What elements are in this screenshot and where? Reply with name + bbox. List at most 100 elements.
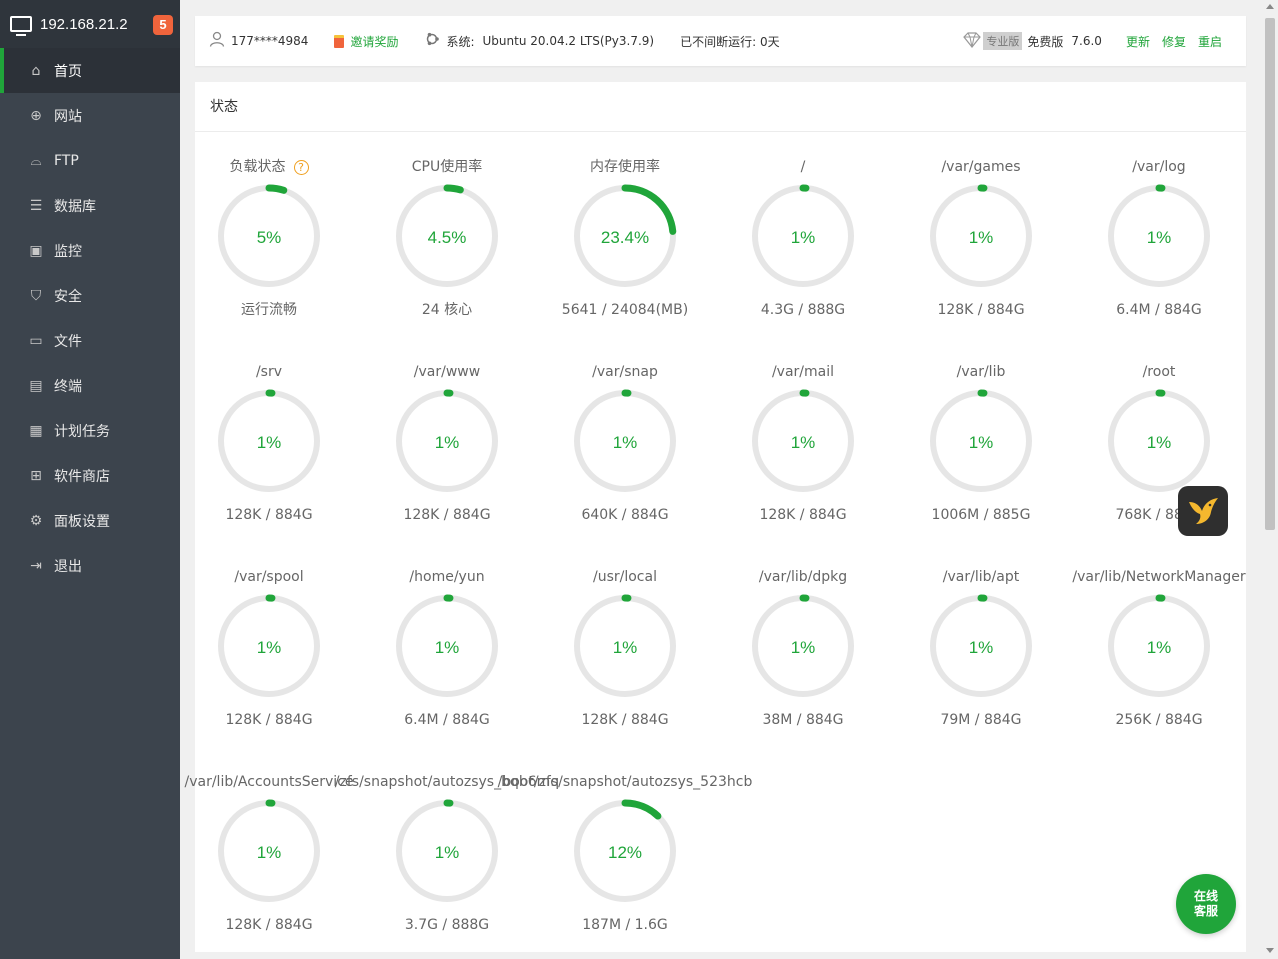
scroll-up-arrow-icon[interactable] [1266,4,1274,9]
gauge-item[interactable]: /var/lib 1% 1006M / 885G [891,362,1071,526]
gauge-item[interactable]: / 1% 4.3G / 888G [713,157,893,321]
gauge-value: 1% [257,433,282,452]
sidebar-header: 192.168.21.2 5 [0,0,180,48]
sidebar-item-0[interactable]: ⌂ 首页 [0,48,180,93]
pro-edition-tag[interactable]: 专业版 [983,32,1023,50]
sidebar-item-label: 文件 [54,333,82,350]
update-link[interactable]: 更新 [1126,33,1150,50]
sidebar-item-9[interactable]: ⊞ 软件商店 [0,453,180,498]
gauge-detail: 1006M / 885G [931,507,1031,523]
gauge-ring: 1% [395,389,499,493]
gauge-value: 1% [791,638,816,657]
gauge-value: 1% [1147,638,1172,657]
gauge-ring: 1% [573,389,677,493]
gauge-title: /home/yun [357,567,537,587]
gauge-item[interactable]: /home/yun 1% 6.4M / 884G [357,567,537,731]
sidebar-item-10[interactable]: ⚙ 面板设置 [0,498,180,543]
gauge-item[interactable]: /var/lib/dpkg 1% 38M / 884G [713,567,893,731]
page-scrollbar[interactable] [1262,0,1278,959]
gauge-detail: 640K / 884G [581,507,669,523]
panel-title: 状态 [195,82,1246,132]
gift-icon [334,34,345,48]
sidebar-item-11[interactable]: ⇥ 退出 [0,543,180,588]
online-support-button[interactable]: 在线 客服 [1176,874,1236,934]
user-info[interactable]: 177****4984 [209,31,308,51]
sidebar-item-7[interactable]: ▤ 终端 [0,363,180,408]
top-info-bar: 177****4984 邀请奖励 系统: Ubuntu 20.04.2 LTS(… [195,16,1246,66]
gauge-title: /var/spool [179,567,359,587]
gauge-value: 1% [257,843,282,862]
gauge-title-text: /var/spool [234,569,304,585]
gauge-item[interactable]: CPU使用率 4.5% 24 核心 [357,157,537,321]
scroll-thumb[interactable] [1265,18,1275,530]
gauge-item[interactable]: /var/log 1% 6.4M / 884G [1069,157,1249,321]
sidebar-item-5[interactable]: ⛉ 安全 [0,273,180,318]
gauge-ring: 1% [1107,389,1211,493]
invite-reward-link[interactable]: 邀请奖励 [334,33,398,50]
sidebar-item-2[interactable]: ⌓ FTP [0,138,180,183]
computer-icon [10,16,32,36]
gauge-item[interactable]: /var/spool 1% 128K / 884G [179,567,359,731]
gauge-value: 1% [969,433,994,452]
gauge-detail: 128K / 884G [225,507,313,523]
help-icon[interactable]: ? [293,159,309,175]
gauge-ring: 1% [573,594,677,698]
gauge-value: 1% [257,638,282,657]
gauge-item[interactable]: /var/mail 1% 128K / 884G [713,362,893,526]
sidebar-item-label: 软件商店 [54,468,110,485]
gauge-detail: 187M / 1.6G [582,917,668,933]
floating-bird-widget[interactable] [1178,486,1228,536]
bird-icon [1189,498,1218,524]
gauge-item[interactable]: /zfs/snapshot/autozsys_bqb6mq 1% 3.7G / 88… [335,772,559,936]
gauge-item[interactable]: /boot/zfs/snapshot/autozsys_523hcb 12% 187… [498,772,753,936]
gauge-item[interactable]: /srv 1% 128K / 884G [179,362,359,526]
gauge-value: 12% [608,843,642,862]
gauge-value: 1% [791,433,816,452]
gauge-item[interactable]: 内存使用率 23.4% 5641 / 24084(MB) [535,157,715,321]
sidebar-item-label: 面板设置 [54,513,110,530]
gauge-item[interactable]: /var/games 1% 128K / 884G [891,157,1071,321]
uptime-text: 已不间断运行: 0天 [680,34,780,49]
gauge-title-text: /root [1142,364,1176,380]
gauge-item[interactable]: /usr/local 1% 128K / 884G [535,567,715,731]
notification-badge[interactable]: 5 [153,15,173,35]
gauge-item[interactable]: /var/www 1% 128K / 884G [357,362,537,526]
gauge-item[interactable]: /var/snap 1% 640K / 884G [535,362,715,526]
gauge-ring: 1% [929,389,1033,493]
gauge-detail: 128K / 884G [403,507,491,523]
gauge-title: /root [1069,362,1249,382]
server-host: 192.168.21.2 [40,15,128,33]
gauge-value: 4.5% [428,228,467,247]
repair-link[interactable]: 修复 [1162,33,1186,50]
gauge-title-text: /var/log [1132,159,1186,175]
gauge-title: / [713,157,893,177]
sidebar-item-3[interactable]: ☰ 数据库 [0,183,180,228]
sidebar-item-label: 网站 [54,108,82,125]
gauge-title: /var/lib/apt [891,567,1071,587]
gauge-value: 1% [1147,433,1172,452]
gauge-item[interactable]: /var/lib/apt 1% 79M / 884G [891,567,1071,731]
gauge-title: /var/snap [535,362,715,382]
sidebar-menu: ⌂ 首页 ⊕ 网站 ⌓ FTP ☰ 数据库 ▣ 监控 ⛉ 安全 ▭ 文件 ▤ 终端 ▦ 计划任务 ⊞ 软件商店 ⚙ 面板设… [0,48,180,588]
gauge-ring: 1% [217,389,321,493]
gauge-title-text: /boot/zfs/snapshot/autozsys_523hcb [497,774,753,790]
scroll-down-arrow-icon[interactable] [1266,948,1274,953]
restart-link[interactable]: 重启 [1198,33,1222,50]
gauge-item[interactable]: /var/lib/AccountsService 1% 128K / 884G [179,772,359,936]
gauge-detail: 38M / 884G [762,712,844,728]
gauge-item[interactable]: /var/lib/NetworkManager 1% 256K / 884G [1069,567,1249,731]
gauge-value: 1% [969,228,994,247]
gauge-item[interactable]: 负载状态? 5% 运行流畅 [179,157,359,321]
gauge-title: /var/lib/AccountsService [179,772,359,792]
gauge-value: 1% [435,433,460,452]
gauge-title-text: /var/lib/AccountsService [184,774,354,790]
sidebar-item-6[interactable]: ▭ 文件 [0,318,180,363]
gauge-value: 1% [613,638,638,657]
sidebar-item-1[interactable]: ⊕ 网站 [0,93,180,138]
gauge-title-text: / [800,159,806,175]
support-label-line2: 客服 [1193,904,1218,918]
sidebar-item-8[interactable]: ▦ 计划任务 [0,408,180,453]
gauge-ring: 1% [217,594,321,698]
gauge-detail: 128K / 884G [581,712,669,728]
sidebar-item-4[interactable]: ▣ 监控 [0,228,180,273]
